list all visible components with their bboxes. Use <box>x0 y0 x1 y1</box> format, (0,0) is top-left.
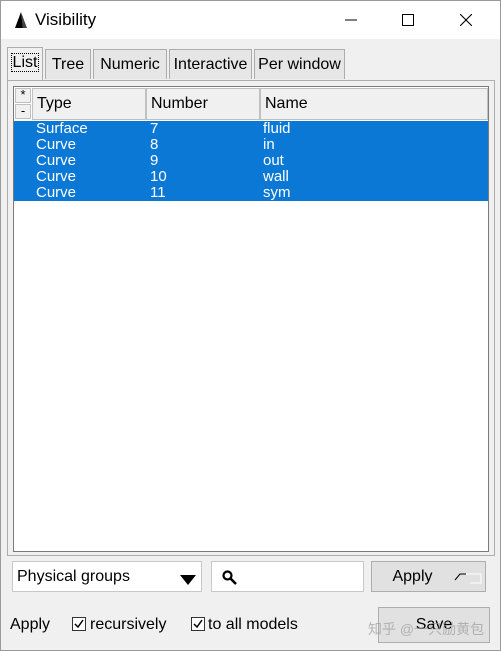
row-name: fluid <box>263 120 291 137</box>
browser-header: * - Type Number Name <box>14 87 488 121</box>
column-header-number[interactable]: Number <box>146 88 260 120</box>
tab-numeric[interactable]: Numeric <box>93 49 167 79</box>
list-panel: * - Type Number Name Surface 7 fluid Cur… <box>7 80 495 556</box>
column-header-type[interactable]: Type <box>32 88 146 120</box>
maximize-icon <box>402 14 414 26</box>
title-bar[interactable]: Visibility <box>1 1 500 39</box>
row-number: 10 <box>150 168 167 185</box>
to-all-models-checkbox[interactable] <box>191 617 205 631</box>
tab-interactive[interactable]: Interactive <box>169 49 252 79</box>
entity-browser[interactable]: * - Type Number Name Surface 7 fluid Cur… <box>13 86 489 552</box>
row-type: Curve <box>36 184 77 201</box>
apply-label: Apply <box>10 616 51 633</box>
tab-per-window[interactable]: Per window <box>254 49 345 79</box>
close-button[interactable] <box>443 1 489 39</box>
tab-tree[interactable]: Tree <box>45 49 91 79</box>
search-input[interactable] <box>211 561 364 592</box>
minimize-icon <box>345 19 357 21</box>
to-all-models-label: to all models <box>208 616 298 633</box>
table-row[interactable]: Curve 8 in <box>14 137 488 153</box>
return-icon <box>454 565 482 594</box>
close-icon <box>460 14 472 26</box>
minimize-button[interactable] <box>328 1 374 39</box>
tab-bar: List Tree Numeric Interactive Per window <box>7 47 497 81</box>
row-type: Surface <box>36 120 88 137</box>
row-type: Curve <box>36 136 77 153</box>
table-row[interactable]: Curve 11 sym <box>14 185 488 201</box>
client-area: List Tree Numeric Interactive Per window… <box>1 39 500 650</box>
tab-list[interactable]: List <box>7 47 43 81</box>
checkmark-icon <box>193 619 203 629</box>
row-type: Curve <box>36 168 77 185</box>
window-title: Visibility <box>35 10 97 29</box>
row-name: in <box>263 136 275 153</box>
checkmark-icon <box>74 619 84 629</box>
apply-button-label: Apply <box>392 568 433 585</box>
recursively-label: recursively <box>90 616 167 633</box>
search-icon <box>222 570 238 591</box>
group-type-select[interactable]: Physical groups <box>12 561 202 592</box>
recursively-checkbox[interactable] <box>72 617 86 631</box>
table-row[interactable]: Curve 10 wall <box>14 169 488 185</box>
column-header-name[interactable]: Name <box>260 88 488 120</box>
row-name: out <box>263 152 284 169</box>
maximize-button[interactable] <box>385 1 431 39</box>
row-name: wall <box>263 168 289 185</box>
table-row[interactable]: Curve 9 out <box>14 153 488 169</box>
row-number: 9 <box>150 152 159 169</box>
row-number: 11 <box>150 184 166 201</box>
row-type: Curve <box>36 152 77 169</box>
watermark-text: 知乎 @一只励黄包 <box>368 621 485 637</box>
row-number: 7 <box>150 120 159 137</box>
select-none-button[interactable]: - <box>15 104 31 119</box>
dropdown-arrow-icon[interactable] <box>180 572 196 590</box>
gmsh-app-icon <box>13 11 29 29</box>
visibility-window: Visibility List Tree Numeric Interactive… <box>0 0 501 651</box>
select-all-button[interactable]: * <box>15 88 31 103</box>
group-type-value: Physical groups <box>17 568 130 585</box>
table-row[interactable]: Surface 7 fluid <box>14 121 488 137</box>
entity-rows: Surface 7 fluid Curve 8 in Curve 9 out C… <box>14 121 488 201</box>
row-number: 8 <box>150 136 159 153</box>
row-name: sym <box>263 184 291 201</box>
apply-button[interactable]: Apply <box>371 561 486 592</box>
